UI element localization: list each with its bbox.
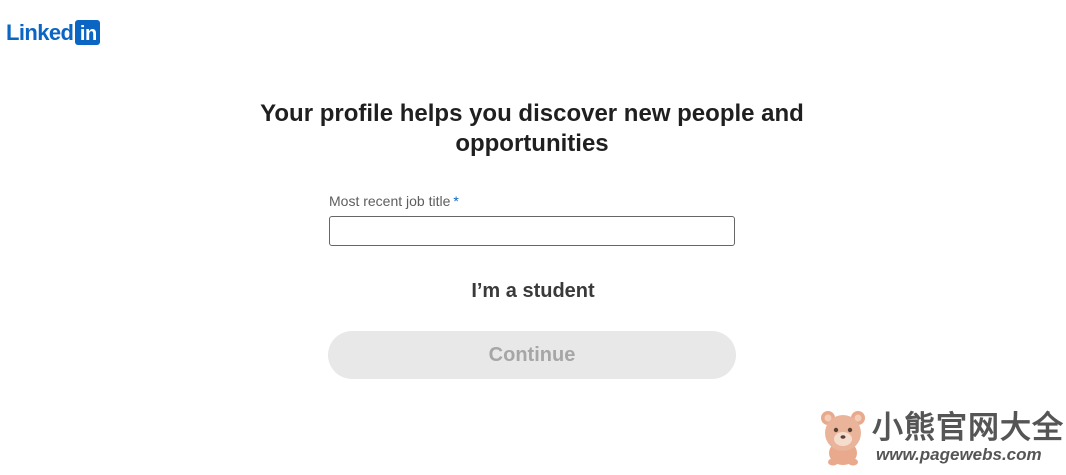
bear-icon	[821, 411, 865, 466]
watermark-title: 小熊官网大全	[872, 410, 1064, 446]
watermark-url: www.pagewebs.com	[876, 445, 1042, 464]
job-title-label: Most recent job title *	[329, 191, 735, 211]
job-title-input[interactable]	[329, 216, 735, 246]
required-marker: *	[453, 193, 459, 209]
continue-button[interactable]: Continue	[328, 331, 736, 379]
page-title: Your profile helps you discover new peop…	[260, 100, 804, 157]
job-title-label-text: Most recent job title	[329, 193, 451, 209]
student-link[interactable]: I’m a student	[433, 277, 633, 305]
logo-badge: in	[75, 20, 101, 45]
logo-wordmark: Linked	[6, 20, 74, 45]
job-title-field: Most recent job title *	[329, 191, 735, 246]
linkedin-logo[interactable]: Linked in	[6, 19, 101, 46]
signup-profile-page: Linked in Your profile helps you discove…	[0, 0, 1066, 475]
watermark: 小熊官网大全 www.pagewebs.com	[818, 406, 1064, 468]
